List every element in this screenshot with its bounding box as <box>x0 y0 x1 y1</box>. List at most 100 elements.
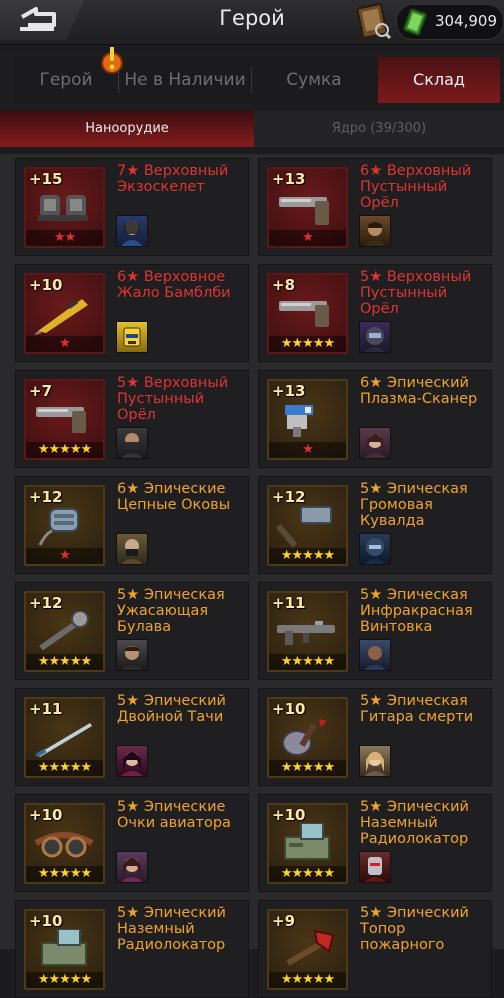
weapon-tile: +10 ★★★★★ <box>24 909 105 990</box>
hero-face-icon <box>121 752 143 776</box>
weapon-tile: +10 ★★★★★ <box>267 697 348 778</box>
weapon-level: +13 <box>272 170 306 188</box>
weapon-level: +8 <box>272 276 296 294</box>
star-rating: ★ <box>26 548 103 564</box>
weapon-card[interactable]: +12 ★★★★★ 5★ Эпическая Ужасающая Булава <box>15 582 249 680</box>
weapon-grid: +15 ★★ 7★ Верховный Экзоскелет +13 ★ 6★ … <box>0 154 504 998</box>
weapon-card[interactable]: +11 ★★★★★ 5★ Эпический Двойной Тачи <box>15 688 249 786</box>
star-rating: ★★★★★ <box>269 654 346 670</box>
weapon-tile: +9 ★★★★★ <box>267 909 348 990</box>
guitar-icon <box>282 719 327 756</box>
robot-face-icon <box>123 327 141 347</box>
star-rating: ★★★★★ <box>26 972 103 988</box>
star-rating: ★★★★★ <box>269 760 346 776</box>
hero-face-icon <box>121 646 143 670</box>
book-button[interactable] <box>356 2 392 40</box>
weapon-tile: +13 ★ <box>267 379 348 460</box>
pistol-icon <box>279 197 329 225</box>
rifle-icon <box>277 621 335 645</box>
hero-face-icon <box>121 221 143 246</box>
weapon-card[interactable]: +10 ★★★★★ 5★ Эпический Наземный Радиолок… <box>15 900 249 998</box>
weapon-card[interactable]: +10 ★★★★★ 5★ Эпическая Гитара смерти <box>258 688 492 786</box>
weapon-card[interactable]: +10 ★★★★★ 5★ Эпический Наземный Радиолок… <box>258 794 492 892</box>
thunder-hammer-icon <box>275 506 332 547</box>
currency-amount: 304,909 <box>434 12 497 30</box>
hero-face-icon <box>364 434 386 458</box>
weapon-level: +12 <box>29 488 63 506</box>
alert-badge-icon <box>101 47 123 74</box>
hero-portrait <box>359 427 391 459</box>
weapon-card[interactable]: +10 ★★★★★ 5★ Эпические Очки авиатора <box>15 794 249 892</box>
weapon-card[interactable]: +8 ★★★★★ 5★ Верховный Пустынный Орёл <box>258 264 492 362</box>
star-rating: ★★★★★ <box>269 336 346 352</box>
hero-face-icon <box>121 858 143 882</box>
star-rating: ★★★★★ <box>26 760 103 776</box>
weapon-card[interactable]: +12 ★ 6★ Эпические Цепные Оковы <box>15 476 249 574</box>
subtab-nanoweapon[interactable]: Наноорудие <box>0 111 254 147</box>
star-rating: ★★ <box>26 230 103 246</box>
weapon-name: 5★ Верховный Пустынный Орёл <box>117 375 229 423</box>
weapon-card[interactable]: +9 ★★★★★ 5★ Эпический Топор пожарного <box>258 900 492 998</box>
pistol-icon <box>36 407 86 433</box>
hero-face-icon <box>364 752 386 776</box>
weapon-name: 5★ Эпический Топор пожарного <box>360 905 469 953</box>
hero-face-icon <box>364 222 386 246</box>
star-rating: ★ <box>269 230 346 246</box>
weapon-name: 6★ Эпический Плазма-Сканер <box>360 375 478 407</box>
weapon-tile: +15 ★★ <box>24 167 105 248</box>
main-tabs: Герой Не в Наличии Сумка Склад Оружия <box>0 47 504 135</box>
weapon-name: 5★ Эпический Двойной Тачи <box>117 693 226 725</box>
tab-weapon-storage[interactable]: Склад Оружия <box>378 57 500 135</box>
star-rating: ★★★★★ <box>269 866 346 882</box>
weapon-card[interactable]: +11 ★★★★★ 5★ Эпическая Инфракрасная Винт… <box>258 582 492 680</box>
weapon-tile: +12 ★★★★★ <box>267 485 348 566</box>
weapon-level: +10 <box>272 700 306 718</box>
star-rating: ★★★★★ <box>26 654 103 670</box>
tab-bag[interactable]: Сумка <box>252 57 376 103</box>
weapon-tile: +8 ★★★★★ <box>267 273 348 354</box>
masked-face-icon <box>121 539 143 564</box>
plasma-scanner-icon <box>285 405 313 437</box>
helmet-face-icon <box>364 327 386 352</box>
weapon-level: +10 <box>29 276 63 294</box>
hero-portrait <box>359 745 391 777</box>
weapon-name: 6★ Верховное Жало Бамблби <box>117 269 231 301</box>
weapon-level: +7 <box>29 382 53 400</box>
weapon-tile: +10 ★★★★★ <box>24 803 105 884</box>
weapon-card[interactable]: +12 ★★★★★ 5★ Эпическая Громовая Кувалда <box>258 476 492 574</box>
weapon-tile: +11 ★★★★★ <box>267 591 348 672</box>
star-rating: ★★★★★ <box>269 972 346 988</box>
fire-axe-icon <box>286 929 335 966</box>
star-rating: ★ <box>26 336 103 352</box>
star-rating: ★★★★★ <box>26 866 103 882</box>
hero-portrait <box>116 321 148 353</box>
weapon-name: 5★ Верховный Пустынный Орёл <box>360 269 472 317</box>
weapon-card[interactable]: +13 ★ 6★ Эпический Плазма-Сканер <box>258 370 492 468</box>
currency-display[interactable]: 304,909 <box>396 4 504 40</box>
hero-portrait <box>116 851 148 883</box>
weapon-level: +11 <box>272 594 306 612</box>
weapon-name: 5★ Эпическая Ужасающая Булава <box>117 587 225 635</box>
green-gem-icon <box>403 8 427 36</box>
weapon-card[interactable]: +15 ★★ 7★ Верховный Экзоскелет <box>15 158 249 256</box>
hero-portrait <box>359 215 391 247</box>
subtab-core[interactable]: Ядро (39/300) <box>254 111 504 147</box>
stinger-icon <box>34 299 88 335</box>
hero-portrait <box>359 533 391 565</box>
weapon-card[interactable]: +7 ★★★★★ 5★ Верховный Пустынный Орёл <box>15 370 249 468</box>
ground-radar-icon <box>284 823 330 860</box>
ground-radar-icon <box>41 929 87 966</box>
masked-face-icon <box>121 433 143 458</box>
helmet-face-icon <box>364 538 386 564</box>
hero-portrait <box>116 639 148 671</box>
robot-face-icon <box>364 857 386 882</box>
weapon-tile: +10 ★ <box>24 273 105 354</box>
tab-not-available[interactable]: Не в Наличии <box>120 57 250 103</box>
weapon-level: +13 <box>272 382 306 400</box>
weapon-tile: +13 ★ <box>267 167 348 248</box>
weapon-tile: +10 ★★★★★ <box>267 803 348 884</box>
weapon-name: 6★ Верховный Пустынный Орёл <box>360 163 472 211</box>
weapon-card[interactable]: +10 ★ 6★ Верховное Жало Бамблби <box>15 264 249 362</box>
weapon-name: 5★ Эпический Наземный Радиолокатор <box>117 905 226 953</box>
weapon-card[interactable]: +13 ★ 6★ Верховный Пустынный Орёл <box>258 158 492 256</box>
